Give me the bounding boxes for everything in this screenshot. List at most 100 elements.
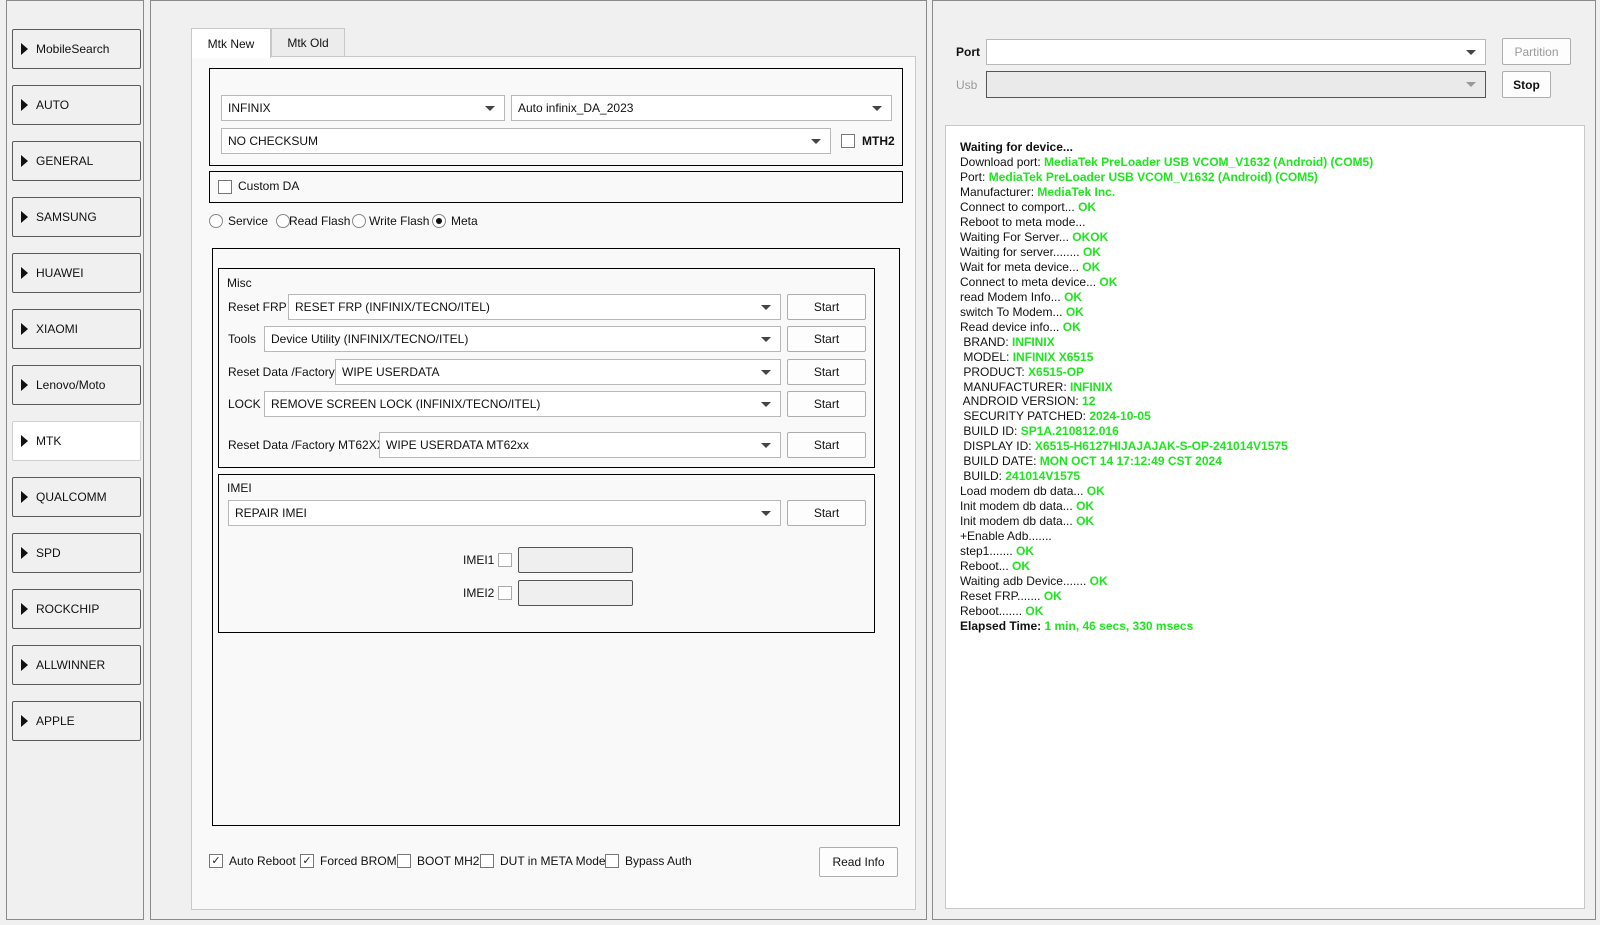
sidebar-item-mobilesearch[interactable]: MobileSearch — [12, 29, 141, 69]
mode-label: Service — [228, 214, 269, 228]
log-value: OK — [1076, 499, 1095, 514]
bypass-auth-checkbox[interactable] — [605, 854, 619, 868]
log-text: Waiting adb Device....... — [960, 574, 1090, 589]
mode-radio-meta[interactable] — [432, 214, 446, 228]
option-label: Bypass Auth — [625, 854, 692, 868]
expand-arrow-icon — [21, 491, 28, 503]
sidebar-item-label: SAMSUNG — [36, 210, 97, 224]
log-text: Manufacturer: — [960, 184, 1038, 199]
chevron-down-icon — [761, 369, 771, 375]
log-text: Connect to comport... — [960, 199, 1079, 214]
imei2-checkbox[interactable] — [498, 586, 512, 600]
sidebar: MobileSearch AUTO GENERAL SAMSUNG HUAWEI XIAO… — [6, 0, 144, 920]
log-text: ANDROID VERSION: — [960, 394, 1083, 409]
port-select[interactable] — [986, 39, 1486, 65]
log-value: 12 — [1082, 394, 1096, 409]
sidebar-item-spd[interactable]: SPD — [12, 533, 141, 573]
log-value: 2024-10-05 — [1089, 409, 1151, 424]
option-label: Forced BROM — [320, 854, 397, 868]
dut-in-meta-mode-checkbox[interactable] — [480, 854, 494, 868]
tools-select[interactable]: Device Utility (INFINIX/TECNO/ITEL) — [264, 326, 781, 352]
sidebar-item-label: XIAOMI — [36, 322, 79, 336]
custom-da-label: Custom DA — [238, 179, 300, 193]
mode-radio-read-flash[interactable] — [276, 214, 290, 228]
log-text: Load modem db data... — [960, 484, 1087, 499]
log-line: read Modem Info... OK — [960, 290, 1584, 305]
log-text: switch To Modem... — [960, 304, 1066, 319]
log-output[interactable]: Waiting for device... Download port: Medi… — [945, 125, 1585, 909]
log-line: ANDROID VERSION: 12 — [960, 394, 1584, 409]
sidebar-item-xiaomi[interactable]: XIAOMI — [12, 309, 141, 349]
custom-da-checkbox[interactable] — [218, 180, 232, 194]
log-line: Read device info... OK — [960, 320, 1584, 335]
log-line: MANUFACTURER: INFINIX — [960, 380, 1584, 395]
da-select[interactable]: Auto infinix_DA_2023 — [511, 95, 892, 121]
tools-start-button[interactable]: Start — [787, 326, 866, 352]
log-value: MediaTek PreLoader USB VCOM_V1632 (Andro… — [988, 169, 1318, 184]
tab-mtk-new[interactable]: Mtk New — [191, 28, 271, 58]
tools-select-value: Device Utility (INFINIX/TECNO/ITEL) — [271, 332, 469, 346]
lock-select[interactable]: REMOVE SCREEN LOCK (INFINIX/TECNO/ITEL) — [264, 391, 781, 417]
reset-data-factory-mt62xx-select[interactable]: WIPE USERDATA MT62xx — [379, 432, 781, 458]
usb-label: Usb — [956, 78, 978, 92]
partition-button[interactable]: Partition — [1502, 38, 1571, 65]
misc-group: Misc Reset FRP RESET FRP (INFINIX/TECNO/I… — [218, 268, 875, 468]
log-value: MON OCT 14 17:12:49 CST 2024 — [1039, 454, 1222, 469]
lock-start-button[interactable]: Start — [787, 391, 866, 417]
log-line: Reboot... OK — [960, 559, 1584, 574]
forced-brom-checkbox[interactable]: ✓ — [300, 854, 314, 868]
option-label: BOOT MH2 — [417, 854, 480, 868]
log-text: Connect to meta device... — [960, 274, 1100, 289]
sidebar-item-general[interactable]: GENERAL — [12, 141, 141, 181]
sidebar-item-allwinner[interactable]: ALLWINNER — [12, 645, 141, 685]
mode-radio-write-flash[interactable] — [352, 214, 366, 228]
reset-frp-select[interactable]: RESET FRP (INFINIX/TECNO/ITEL) — [288, 294, 781, 320]
log-value: OK — [1082, 259, 1101, 274]
stop-button[interactable]: Stop — [1502, 71, 1551, 98]
auto-reboot-checkbox[interactable]: ✓ — [209, 854, 223, 868]
sidebar-item-qualcomm[interactable]: QUALCOMM — [12, 477, 141, 517]
checksum-select[interactable]: NO CHECKSUM — [221, 128, 831, 154]
reset-data-factory-start-button[interactable]: Start — [787, 359, 866, 385]
reset-frp-start-button[interactable]: Start — [787, 294, 866, 320]
mth2-checkbox[interactable] — [841, 134, 855, 148]
expand-arrow-icon — [21, 603, 28, 615]
imei1-input[interactable] — [518, 547, 633, 573]
log-text: BUILD: — [960, 469, 1006, 484]
mode-radio-service[interactable] — [209, 214, 223, 228]
log-line: Download port: MediaTek PreLoader USB VC… — [960, 155, 1584, 170]
log-text: +Enable Adb....... — [960, 529, 1052, 544]
sidebar-item-mtk[interactable]: MTK — [12, 421, 141, 461]
imei1-checkbox[interactable] — [498, 553, 512, 567]
log-line: Waiting for server........ OK — [960, 245, 1584, 260]
sidebar-item-huawei[interactable]: HUAWEI — [12, 253, 141, 293]
sidebar-item-samsung[interactable]: SAMSUNG — [12, 197, 141, 237]
log-value: OK — [1086, 484, 1105, 499]
reset-data-factory-mt62xx-start-button[interactable]: Start — [787, 432, 866, 458]
sidebar-item-apple[interactable]: APPLE — [12, 701, 141, 741]
imei-start-button[interactable]: Start — [787, 500, 866, 526]
mtk-panel: Mtk New Mtk Old INFINIX Auto infinix_DA_… — [150, 0, 927, 920]
reset-data-factory-select[interactable]: WIPE USERDATA — [335, 359, 781, 385]
log-line: Load modem db data... OK — [960, 484, 1584, 499]
imei2-input[interactable] — [518, 580, 633, 606]
expand-arrow-icon — [21, 43, 28, 55]
brand-select[interactable]: INFINIX — [221, 95, 505, 121]
sidebar-item-lenovo-moto[interactable]: Lenovo/Moto — [12, 365, 141, 405]
log-value: OK — [1099, 274, 1118, 289]
imei-action-select[interactable]: REPAIR IMEI — [228, 500, 781, 526]
log-line: Reboot....... OK — [960, 604, 1584, 619]
tab-content: INFINIX Auto infinix_DA_2023 NO CHECKSUM… — [191, 56, 916, 910]
log-text: Waiting For Server... — [960, 229, 1073, 244]
sidebar-item-auto[interactable]: AUTO — [12, 85, 141, 125]
expand-arrow-icon — [21, 267, 28, 279]
log-text: SECURITY PATCHED: — [960, 409, 1090, 424]
boot-mh2-checkbox[interactable] — [397, 854, 411, 868]
log-text: Reboot to meta mode... — [960, 214, 1086, 229]
log-text: Wait for meta device... — [960, 259, 1083, 274]
tab-mtk-old[interactable]: Mtk Old — [271, 28, 345, 57]
read-info-button[interactable]: Read Info — [819, 847, 898, 877]
log-line: Manufacturer: MediaTek Inc. — [960, 185, 1584, 200]
sidebar-item-rockchip[interactable]: ROCKCHIP — [12, 589, 141, 629]
usb-select[interactable] — [986, 71, 1486, 98]
